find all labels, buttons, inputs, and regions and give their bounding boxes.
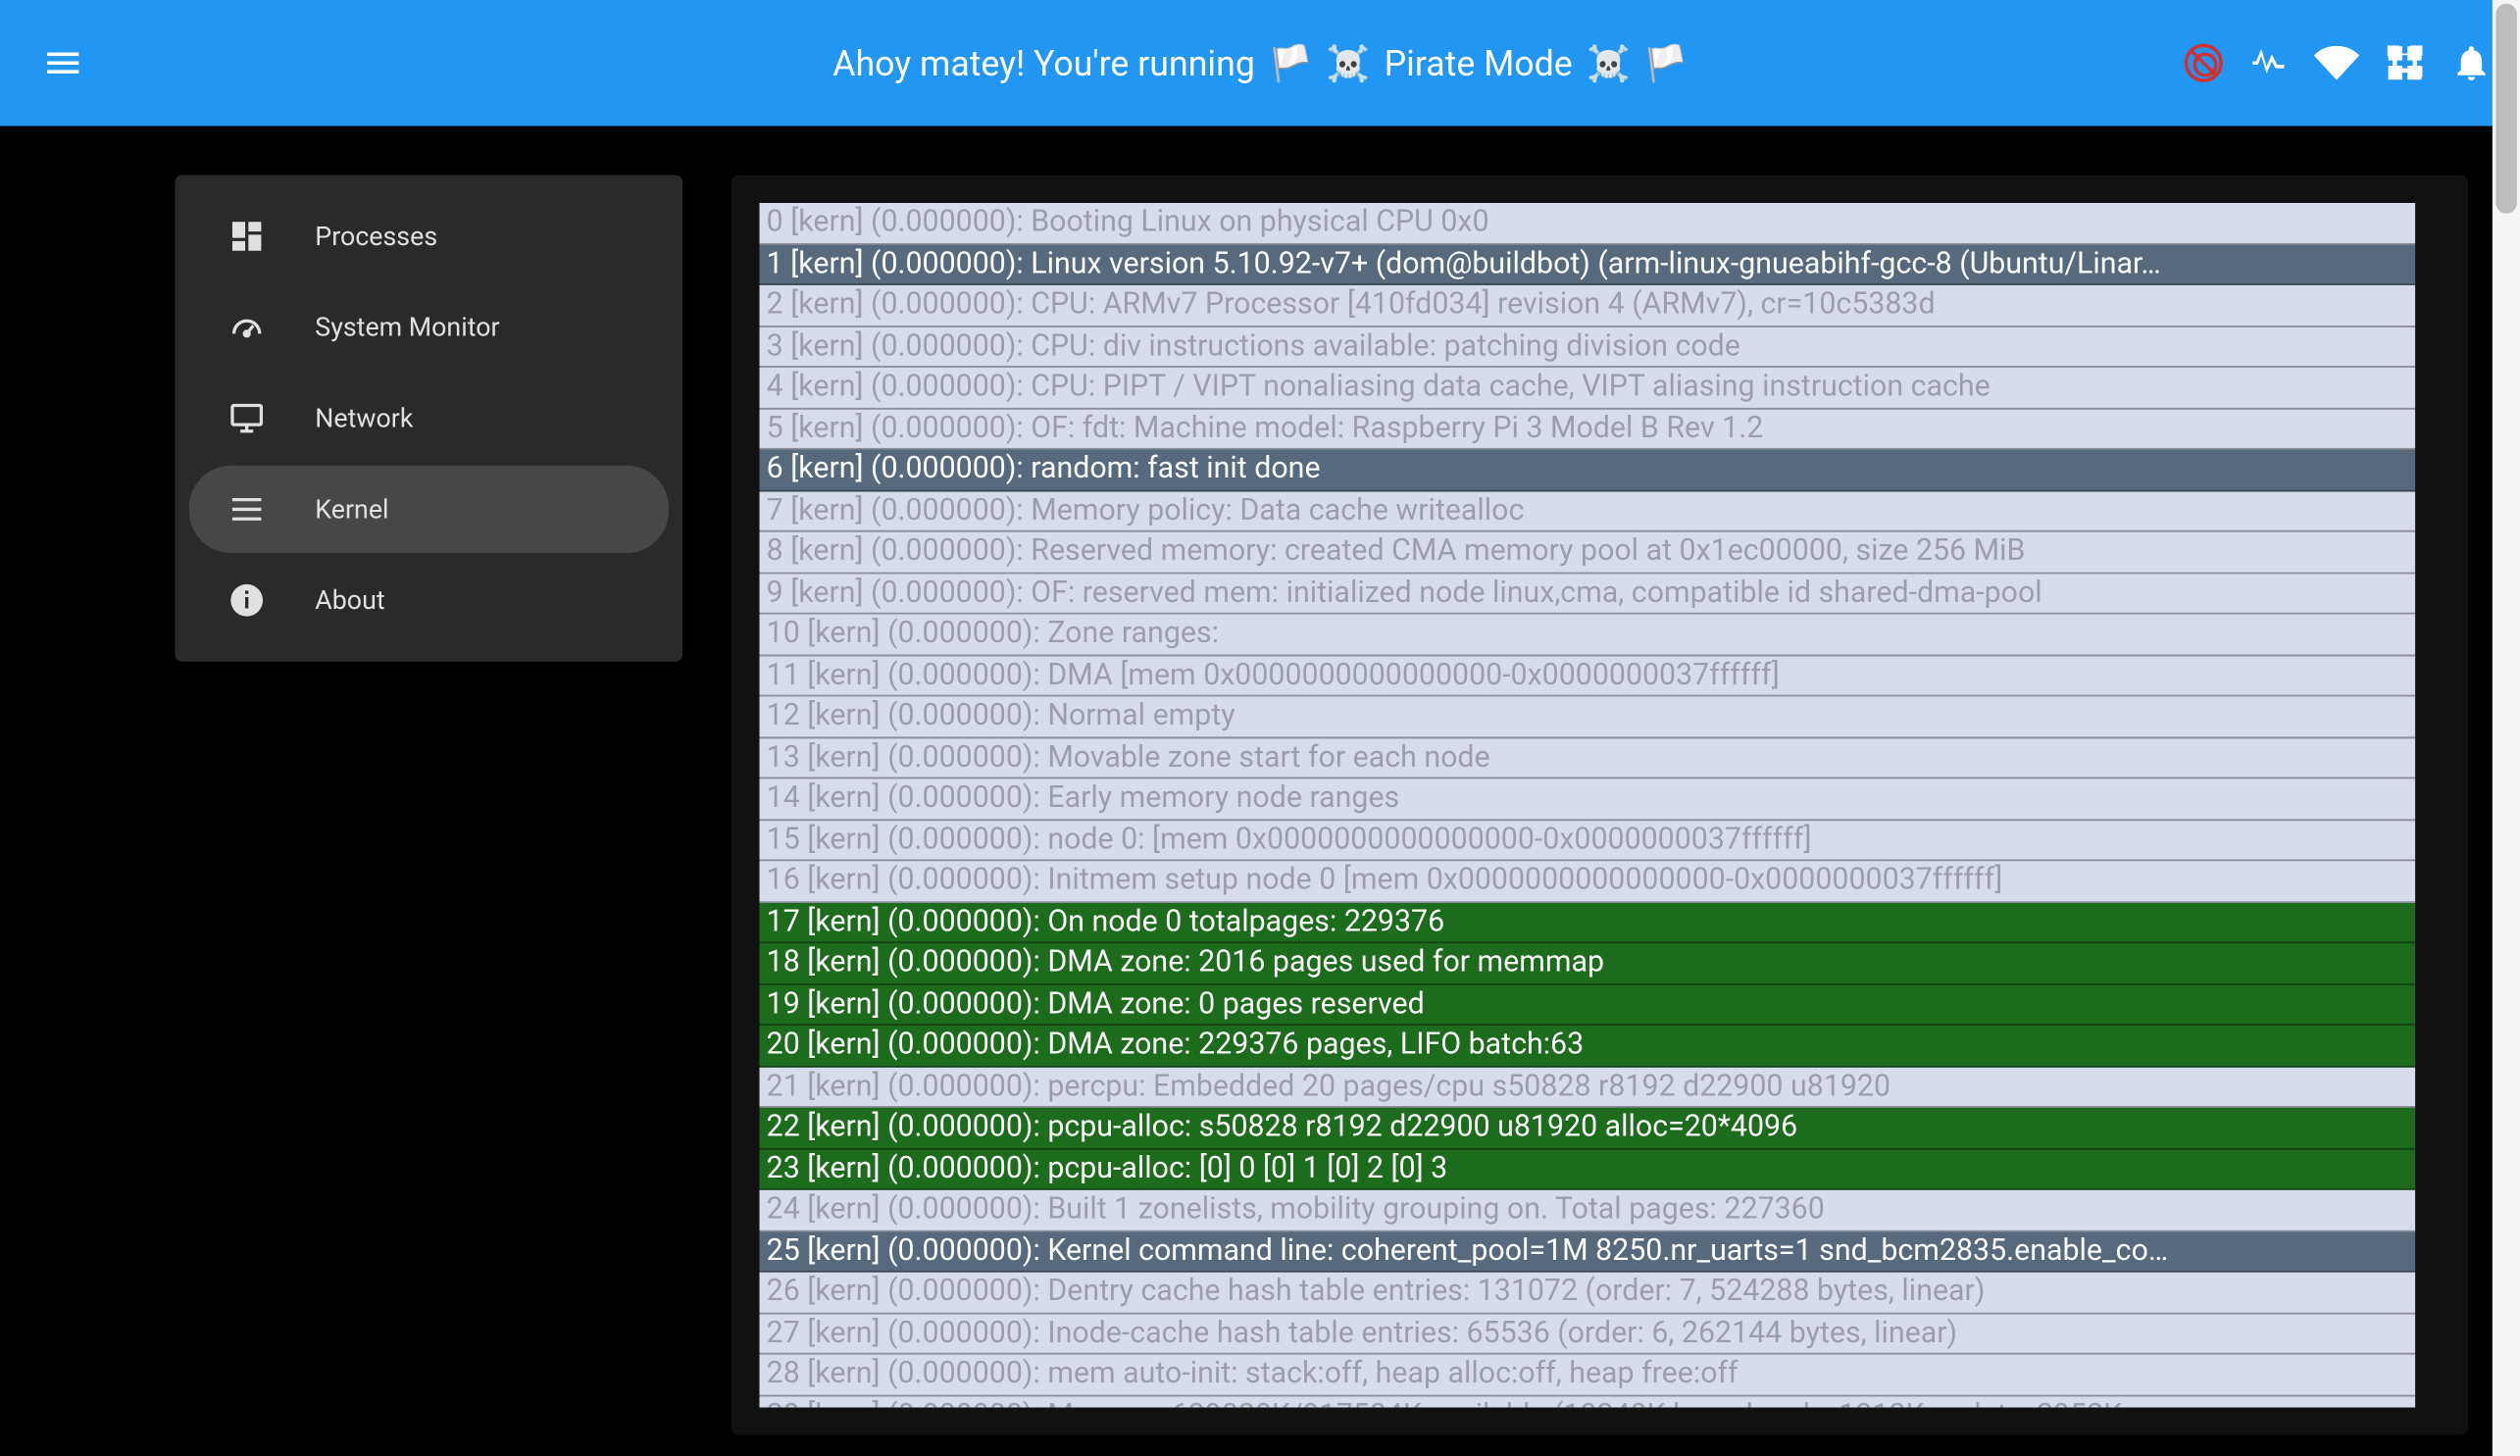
log-row[interactable]: 27 [kern] (0.000000): Inode-cache hash t… [760, 1314, 2416, 1355]
log-row[interactable]: 29 [kern] (0.000000): Memory: 629020K/91… [760, 1396, 2416, 1408]
flag-icon: 🏳️ [1644, 42, 1688, 84]
log-row[interactable]: 25 [kern] (0.000000): Kernel command lin… [760, 1231, 2416, 1273]
menu-button[interactable] [28, 28, 98, 98]
hamburger-icon [42, 42, 84, 84]
log-row[interactable]: 2 [kern] (0.000000): CPU: ARMv7 Processo… [760, 285, 2416, 326]
info-icon [227, 581, 266, 620]
log-row[interactable]: 18 [kern] (0.000000): DMA zone: 2016 pag… [760, 943, 2416, 984]
skull-icon: ☠️ [1587, 42, 1630, 84]
log-row[interactable]: 15 [kern] (0.000000): node 0: [mem 0x000… [760, 820, 2416, 861]
log-row[interactable]: 17 [kern] (0.000000): On node 0 totalpag… [760, 902, 2416, 943]
log-row[interactable]: 3 [kern] (0.000000): CPU: div instructio… [760, 326, 2416, 368]
log-row[interactable]: 12 [kern] (0.000000): Normal empty [760, 696, 2416, 737]
main-content: Processes System Monitor Network Kernel … [0, 126, 2520, 1456]
title-text-mid: Pirate Mode [1385, 42, 1573, 84]
log-row[interactable]: 14 [kern] (0.000000): Early memory node … [760, 778, 2416, 820]
log-row[interactable]: 13 [kern] (0.000000): Movable zone start… [760, 737, 2416, 778]
app-title: Ahoy matey! You're running 🏳️ ☠️ Pirate … [832, 42, 1688, 84]
wifi-icon[interactable] [2314, 40, 2359, 85]
page-scrollbar[interactable] [2493, 0, 2520, 1456]
log-row[interactable]: 0 [kern] (0.000000): Booting Linux on ph… [760, 203, 2416, 244]
flag-icon: 🏳️ [1269, 42, 1312, 84]
app-toolbar: Ahoy matey! You're running 🏳️ ☠️ Pirate … [0, 0, 2520, 126]
bell-icon[interactable] [2450, 42, 2493, 84]
speedometer-icon [227, 308, 266, 346]
log-row[interactable]: 7 [kern] (0.000000): Memory policy: Data… [760, 491, 2416, 532]
log-row[interactable]: 5 [kern] (0.000000): OF: fdt: Machine mo… [760, 409, 2416, 450]
sidebar-item-network[interactable]: Network [189, 375, 669, 462]
sidebar-item-label: Processes [315, 221, 437, 252]
kernel-log-panel: 0 [kern] (0.000000): Booting Linux on ph… [731, 176, 2468, 1435]
log-row[interactable]: 16 [kern] (0.000000): Initmem setup node… [760, 861, 2416, 902]
sidebar-item-label: Kernel [315, 493, 388, 525]
log-row[interactable]: 1 [kern] (0.000000): Linux version 5.10.… [760, 244, 2416, 285]
skull-icon: ☠️ [1327, 42, 1370, 84]
log-row[interactable]: 26 [kern] (0.000000): Dentry cache hash … [760, 1273, 2416, 1314]
sidebar-item-system-monitor[interactable]: System Monitor [189, 283, 669, 371]
disabled-icon[interactable] [2185, 44, 2223, 82]
log-row[interactable]: 28 [kern] (0.000000): mem auto-init: sta… [760, 1355, 2416, 1396]
log-row[interactable]: 22 [kern] (0.000000): pcpu-alloc: s50828… [760, 1108, 2416, 1149]
dashboard-icon [227, 217, 266, 255]
list-icon [227, 490, 266, 528]
heartbeat-icon[interactable] [2247, 42, 2290, 84]
log-row[interactable]: 8 [kern] (0.000000): Reserved memory: cr… [760, 532, 2416, 574]
log-row[interactable]: 11 [kern] (0.000000): DMA [mem 0x0000000… [760, 655, 2416, 696]
page-scrollbar-thumb[interactable] [2495, 4, 2516, 214]
network-devices-icon[interactable] [2384, 42, 2426, 84]
log-row[interactable]: 10 [kern] (0.000000): Zone ranges: [760, 615, 2416, 656]
sidebar-item-processes[interactable]: Processes [189, 192, 669, 279]
log-row[interactable]: 24 [kern] (0.000000): Built 1 zonelists,… [760, 1190, 2416, 1231]
log-row[interactable]: 23 [kern] (0.000000): pcpu-alloc: [0] 0 … [760, 1149, 2416, 1190]
sidebar-item-label: About [315, 584, 384, 616]
sidebar-item-label: System Monitor [315, 312, 499, 343]
log-row[interactable]: 6 [kern] (0.000000): random: fast init d… [760, 450, 2416, 491]
sidebar-item-label: Network [315, 403, 413, 434]
sidebar-item-about[interactable]: About [189, 557, 669, 644]
status-icon-group [2185, 40, 2493, 85]
log-row[interactable]: 9 [kern] (0.000000): OF: reserved mem: i… [760, 574, 2416, 615]
log-row[interactable]: 19 [kern] (0.000000): DMA zone: 0 pages … [760, 984, 2416, 1026]
monitor-icon [227, 399, 266, 437]
log-row[interactable]: 20 [kern] (0.000000): DMA zone: 229376 p… [760, 1026, 2416, 1067]
kernel-log-scroll[interactable]: 0 [kern] (0.000000): Booting Linux on ph… [760, 203, 2441, 1407]
log-row[interactable]: 21 [kern] (0.000000): percpu: Embedded 2… [760, 1067, 2416, 1108]
title-text-before: Ahoy matey! You're running [832, 42, 1255, 84]
sidebar-nav: Processes System Monitor Network Kernel … [176, 176, 683, 662]
sidebar-item-kernel[interactable]: Kernel [189, 466, 669, 553]
log-row[interactable]: 4 [kern] (0.000000): CPU: PIPT / VIPT no… [760, 368, 2416, 409]
